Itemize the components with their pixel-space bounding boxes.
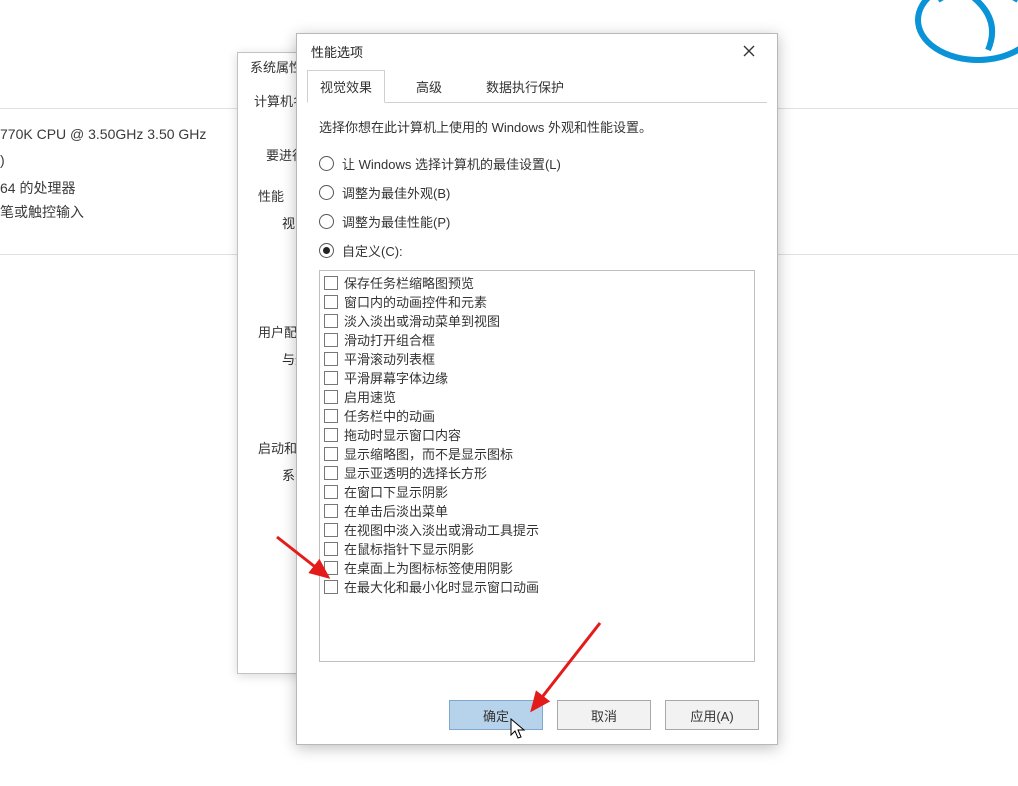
checkbox-icon xyxy=(324,390,338,404)
option-enable-peek[interactable]: 启用速览 xyxy=(324,387,750,406)
radio-custom[interactable]: 自定义(C): xyxy=(319,241,755,260)
option-label: 显示亚透明的选择长方形 xyxy=(344,463,487,482)
option-fade-menu-after-click[interactable]: 在单击后淡出菜单 xyxy=(324,501,750,520)
option-window-shadow[interactable]: 在窗口下显示阴影 xyxy=(324,482,750,501)
radio-label: 调整为最佳性能(P) xyxy=(342,212,450,231)
option-label: 在窗口下显示阴影 xyxy=(344,482,448,501)
option-translucent-selection[interactable]: 显示亚透明的选择长方形 xyxy=(324,463,750,482)
radio-best-appearance[interactable]: 调整为最佳外观(B) xyxy=(319,183,755,202)
processor-info: 64 的处理器 xyxy=(0,178,75,198)
tab-dep[interactable]: 数据执行保护 xyxy=(473,70,577,103)
radio-icon xyxy=(319,156,334,171)
option-label: 在桌面上为图标标签使用阴影 xyxy=(344,558,513,577)
option-label: 在视图中淡入淡出或滑动工具提示 xyxy=(344,520,539,539)
checkbox-icon xyxy=(324,428,338,442)
option-show-window-contents-drag[interactable]: 拖动时显示窗口内容 xyxy=(324,425,750,444)
checkbox-icon xyxy=(324,352,338,366)
tab-visual-effects[interactable]: 视觉效果 xyxy=(307,70,385,103)
apply-button[interactable]: 应用(A) xyxy=(665,700,759,730)
checkbox-icon xyxy=(324,542,338,556)
option-fade-slide-menus[interactable]: 淡入淡出或滑动菜单到视图 xyxy=(324,311,750,330)
performance-options-dialog: 性能选项 视觉效果 高级 数据执行保护 选择你想在此计算机上使用的 Window… xyxy=(296,33,778,745)
option-slide-open-combo[interactable]: 滑动打开组合框 xyxy=(324,330,750,349)
ok-button[interactable]: 确定 xyxy=(449,700,543,730)
option-label: 在最大化和最小化时显示窗口动画 xyxy=(344,577,539,596)
tab-advanced[interactable]: 高级 xyxy=(403,70,455,103)
radio-icon xyxy=(319,243,334,258)
checkbox-icon xyxy=(324,276,338,290)
checkbox-icon xyxy=(324,466,338,480)
ie-logo-icon xyxy=(908,0,1018,70)
option-label: 在单击后淡出菜单 xyxy=(344,501,448,520)
option-label: 滑动打开组合框 xyxy=(344,330,435,349)
checkbox-icon xyxy=(324,485,338,499)
option-label: 平滑滚动列表框 xyxy=(344,349,435,368)
perf-dialog-title: 性能选项 xyxy=(311,42,363,61)
option-label: 窗口内的动画控件和元素 xyxy=(344,292,487,311)
option-show-thumbnails[interactable]: 显示缩略图，而不是显示图标 xyxy=(324,444,750,463)
radio-label: 自定义(C): xyxy=(342,241,403,260)
perf-description: 选择你想在此计算机上使用的 Windows 外观和性能设置。 xyxy=(319,117,755,136)
checkbox-icon xyxy=(324,295,338,309)
checkbox-icon xyxy=(324,523,338,537)
checkbox-icon xyxy=(324,409,338,423)
option-desktop-icon-label-shadow[interactable]: 在桌面上为图标标签使用阴影 xyxy=(324,558,750,577)
perf-tabstrip: 视觉效果 高级 数据执行保护 xyxy=(307,72,767,103)
option-label: 任务栏中的动画 xyxy=(344,406,435,425)
option-label: 在鼠标指针下显示阴影 xyxy=(344,539,474,558)
option-taskbar-thumbnail-preview[interactable]: 保存任务栏缩略图预览 xyxy=(324,273,750,292)
radio-let-windows-choose[interactable]: 让 Windows 选择计算机的最佳设置(L) xyxy=(319,154,755,173)
option-label: 平滑屏幕字体边缘 xyxy=(344,368,448,387)
radio-icon xyxy=(319,214,334,229)
radio-best-performance[interactable]: 调整为最佳性能(P) xyxy=(319,212,755,231)
checkbox-icon xyxy=(324,580,338,594)
option-label: 淡入淡出或滑动菜单到视图 xyxy=(344,311,500,330)
cpu-info: 770K CPU @ 3.50GHz 3.50 GHz xyxy=(0,126,206,142)
option-pointer-shadow[interactable]: 在鼠标指针下显示阴影 xyxy=(324,539,750,558)
option-label: 保存任务栏缩略图预览 xyxy=(344,273,474,292)
checkbox-icon xyxy=(324,371,338,385)
close-button[interactable] xyxy=(729,37,769,65)
radio-icon xyxy=(319,185,334,200)
cancel-button[interactable]: 取消 xyxy=(557,700,651,730)
option-smooth-scroll-list[interactable]: 平滑滚动列表框 xyxy=(324,349,750,368)
radio-label: 让 Windows 选择计算机的最佳设置(L) xyxy=(342,154,561,173)
close-icon xyxy=(743,45,755,57)
option-label: 显示缩略图，而不是显示图标 xyxy=(344,444,513,463)
option-label: 启用速览 xyxy=(344,387,396,406)
option-animate-controls[interactable]: 窗口内的动画控件和元素 xyxy=(324,292,750,311)
touch-info: 笔或触控输入 xyxy=(0,202,84,222)
checkbox-icon xyxy=(324,333,338,347)
option-label: 拖动时显示窗口内容 xyxy=(344,425,461,444)
visual-effects-listbox[interactable]: 保存任务栏缩略图预览 窗口内的动画控件和元素 淡入淡出或滑动菜单到视图 滑动打开… xyxy=(319,270,755,662)
checkbox-icon xyxy=(324,314,338,328)
option-animate-min-max[interactable]: 在最大化和最小化时显示窗口动画 xyxy=(324,577,750,596)
checkbox-icon xyxy=(324,504,338,518)
checkbox-icon xyxy=(324,561,338,575)
option-taskbar-animations[interactable]: 任务栏中的动画 xyxy=(324,406,750,425)
checkbox-icon xyxy=(324,447,338,461)
radio-label: 调整为最佳外观(B) xyxy=(342,183,450,202)
option-fade-slide-tooltips[interactable]: 在视图中淡入淡出或滑动工具提示 xyxy=(324,520,750,539)
option-smooth-font-edges[interactable]: 平滑屏幕字体边缘 xyxy=(324,368,750,387)
